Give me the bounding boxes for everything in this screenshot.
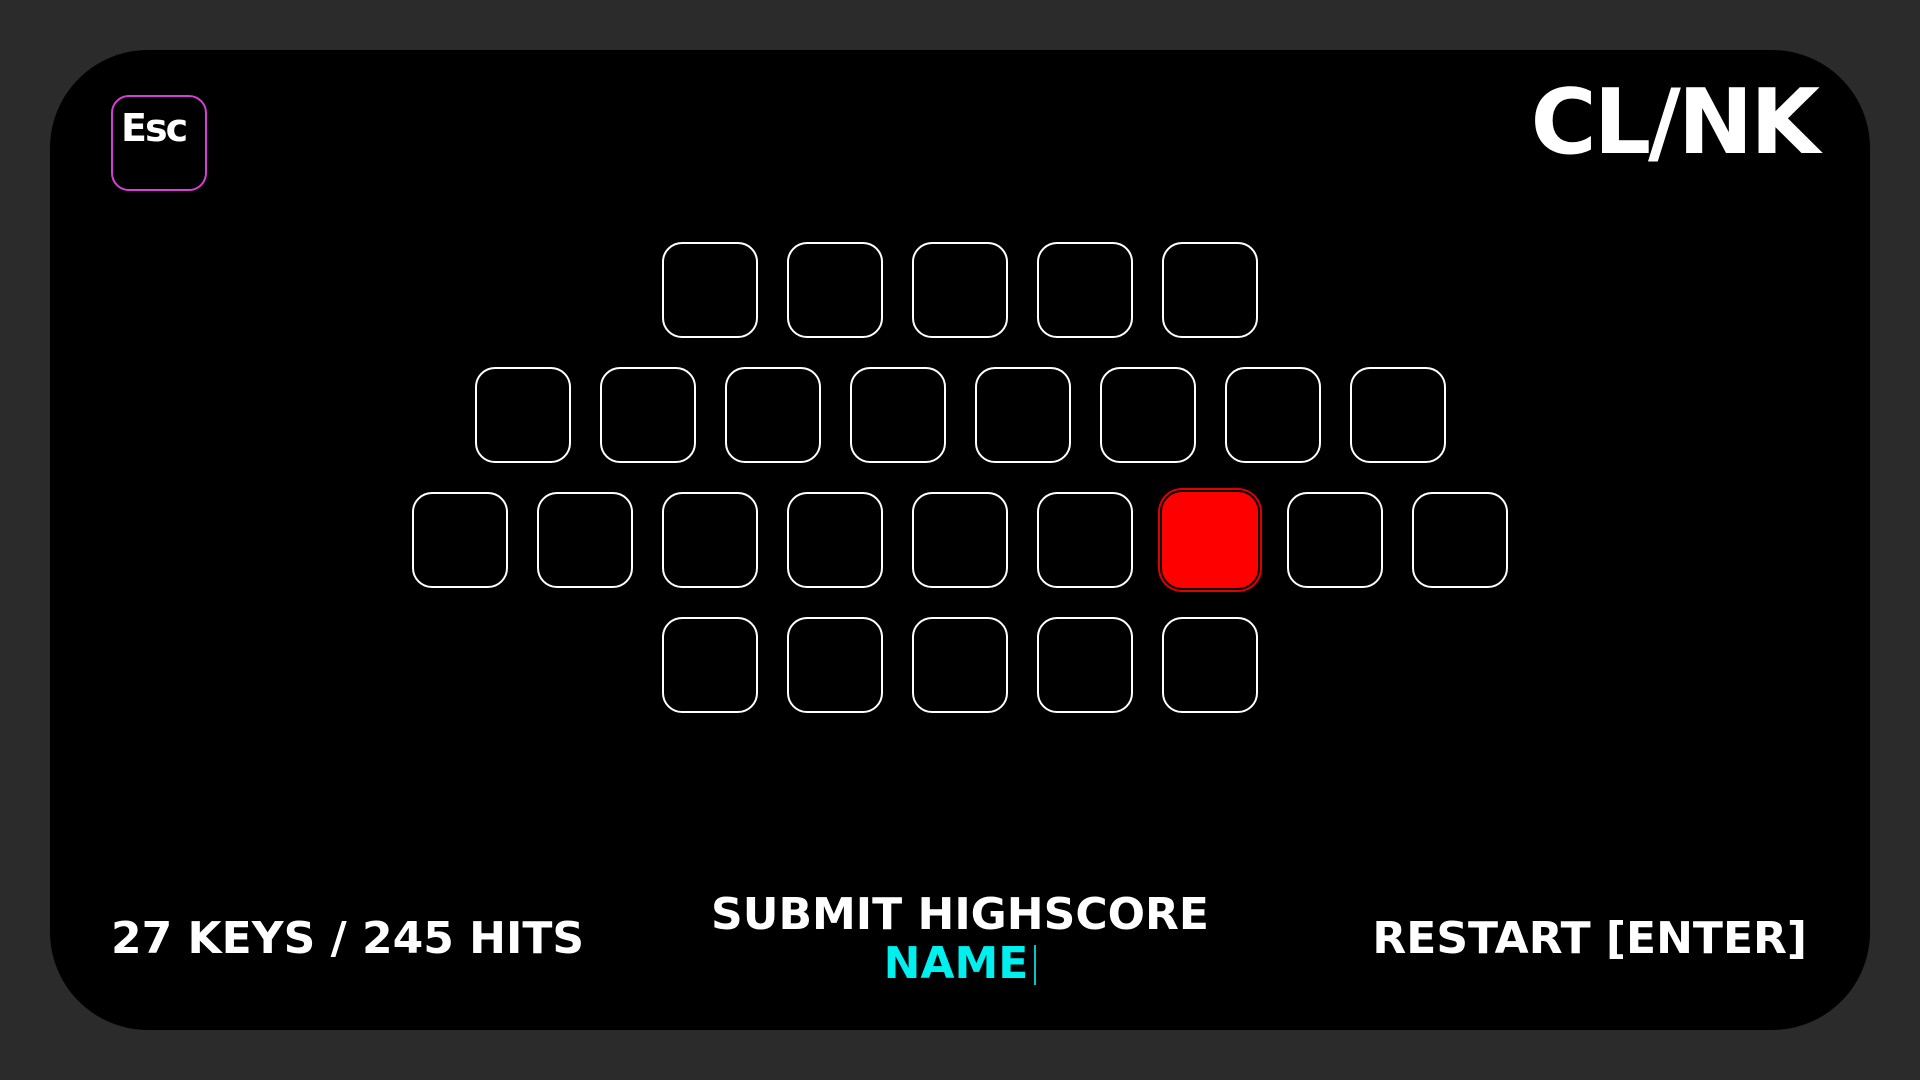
key[interactable]	[1412, 492, 1508, 588]
key[interactable]	[599, 367, 696, 463]
game-logo: CL/NK	[1530, 70, 1820, 175]
key[interactable]	[1349, 367, 1446, 463]
score-stats: 27 KEYS / 245 HITS	[111, 913, 585, 964]
name-input-row[interactable]: NAME	[680, 939, 1240, 989]
key[interactable]	[1162, 242, 1258, 338]
key[interactable]	[662, 617, 758, 713]
key[interactable]	[724, 367, 821, 463]
key[interactable]	[849, 367, 946, 463]
key[interactable]	[912, 242, 1008, 338]
key[interactable]	[787, 242, 883, 338]
key[interactable]	[1162, 617, 1258, 713]
submit-highscore-title: SUBMIT HIGHSCORE	[711, 889, 1209, 940]
esc-key-button[interactable]: Esc	[111, 95, 207, 191]
key[interactable]	[912, 617, 1008, 713]
key[interactable]	[412, 492, 508, 588]
key[interactable]	[662, 492, 758, 588]
key-active[interactable]	[1162, 492, 1258, 588]
restart-button[interactable]: RESTART [ENTER]	[1372, 917, 1807, 961]
submit-highscore-panel: SUBMIT HIGHSCORE NAME	[680, 893, 1240, 989]
key[interactable]	[912, 492, 1008, 588]
key[interactable]	[1287, 492, 1383, 588]
key[interactable]	[474, 367, 571, 463]
key[interactable]	[1037, 242, 1133, 338]
key[interactable]	[662, 242, 758, 338]
text-caret	[1034, 945, 1037, 985]
key[interactable]	[1037, 492, 1133, 588]
key[interactable]	[1099, 367, 1196, 463]
key[interactable]	[1224, 367, 1321, 463]
key[interactable]	[787, 492, 883, 588]
name-input[interactable]: NAME	[884, 939, 1029, 989]
key[interactable]	[787, 617, 883, 713]
key[interactable]	[974, 367, 1071, 463]
key[interactable]	[1037, 617, 1133, 713]
key[interactable]	[537, 492, 633, 588]
